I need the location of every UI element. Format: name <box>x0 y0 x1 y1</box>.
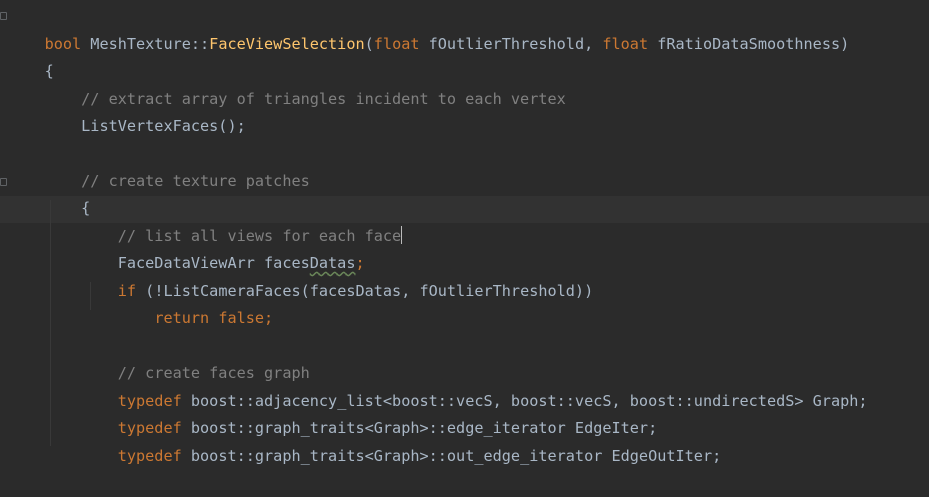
keyword-token: ; <box>264 309 274 327</box>
code-line-15[interactable]: typedef boost::graph_traits<Graph>::edge… <box>8 388 658 437</box>
keyword-token: float <box>373 35 420 53</box>
code-line-1[interactable]: bool MeshTexture::FaceViewSelection(floa… <box>8 4 850 53</box>
text-token: boost::graph_traits<Graph>::out_edge_ite… <box>181 447 722 465</box>
code-line-6[interactable]: // create texture patches <box>8 141 310 190</box>
text-token: fRatioDataSmoothness) <box>648 35 850 53</box>
text-token: fOutlierThreshold, <box>419 35 603 53</box>
code-line-3[interactable]: // extract array of triangles incident t… <box>8 59 566 108</box>
text-caret <box>401 226 403 244</box>
code-line-4[interactable]: ListVertexFaces(); <box>8 86 246 135</box>
keyword-token: return false <box>154 309 265 327</box>
code-line-10[interactable]: if (!ListCameraFaces(facesDatas, fOutlie… <box>8 251 593 300</box>
code-line-7[interactable]: { <box>8 168 90 217</box>
text-token: ( <box>364 35 374 53</box>
code-line-8[interactable]: // list all views for each face <box>8 196 403 245</box>
code-line-12[interactable] <box>8 306 45 333</box>
code-line-5[interactable] <box>8 113 45 140</box>
text-token: ListVertexFaces(); <box>44 117 246 135</box>
code-line-13[interactable]: // create faces graph <box>8 333 310 382</box>
function-name-token: FaceViewSelection <box>209 35 365 53</box>
fold-toggle-icon[interactable] <box>0 178 7 186</box>
fold-toggle-icon[interactable] <box>0 12 7 20</box>
code-editor[interactable]: bool MeshTexture::FaceViewSelection(floa… <box>0 0 929 465</box>
code-line-16[interactable]: typedef boost::graph_traits<Graph>::out_… <box>8 416 722 465</box>
code-line-2[interactable]: { <box>8 31 54 80</box>
keyword-token: typedef <box>117 447 182 465</box>
text-token: MeshTexture:: <box>81 35 210 53</box>
code-line-11[interactable]: return false; <box>8 278 273 327</box>
keyword-token: float <box>602 35 649 53</box>
code-line-14[interactable]: typedef boost::adjacency_list<boost::vec… <box>8 361 868 410</box>
code-line-9[interactable]: FaceDataViewArr facesDatas; <box>8 223 365 272</box>
